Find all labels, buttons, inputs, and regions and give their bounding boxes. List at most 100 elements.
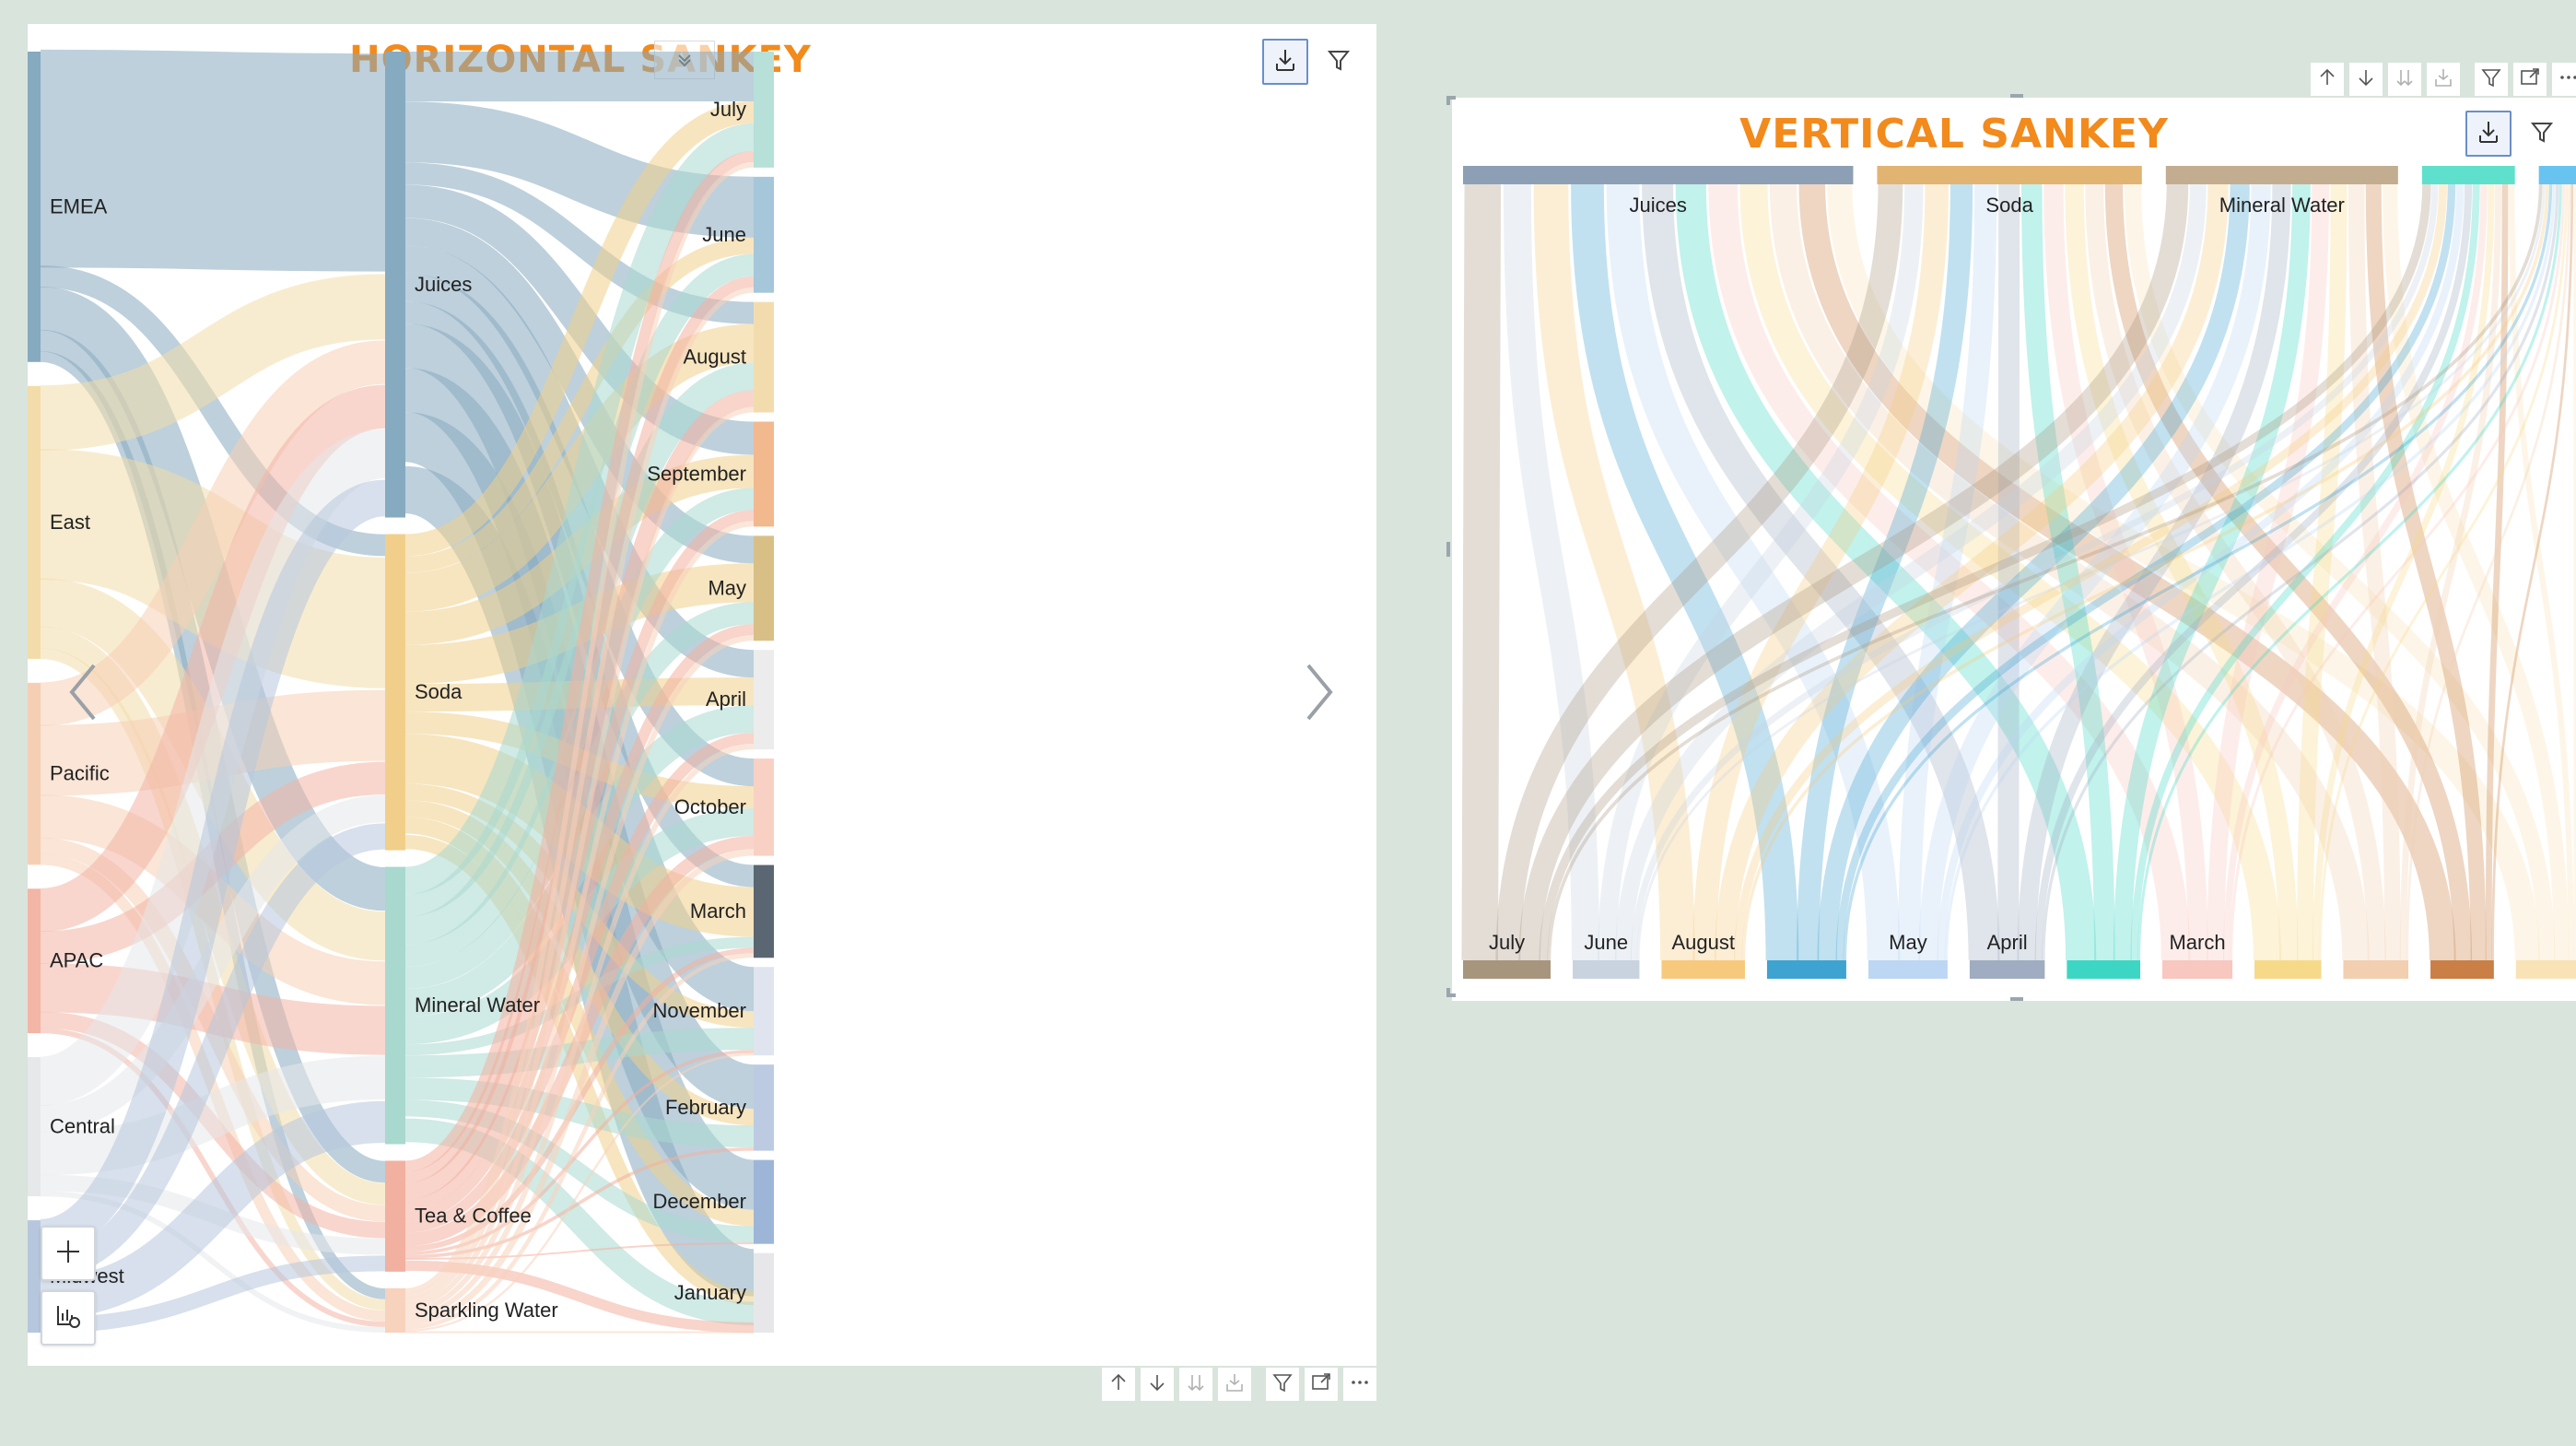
sankey-link[interactable] xyxy=(40,49,386,272)
sankey-bottom-node-april[interactable] xyxy=(1969,960,2045,979)
sankey-label-may: May xyxy=(1889,931,1927,954)
sankey-bottom-node-may[interactable] xyxy=(1868,960,1948,979)
sankey-link[interactable] xyxy=(1461,183,1502,961)
scroll-left-chevron-icon[interactable] xyxy=(64,660,101,729)
sankey-top-node-juices[interactable] xyxy=(1463,166,1854,184)
sankey-bottom-node-june[interactable] xyxy=(1573,960,1640,979)
resize-handle[interactable] xyxy=(1446,96,1450,105)
sankey-label-june: June xyxy=(1584,931,1628,954)
sankey-node-central[interactable] xyxy=(28,1057,41,1197)
sankey-node-sparkling-water[interactable] xyxy=(385,1287,405,1333)
go-to-next-level-button[interactable] xyxy=(1179,1368,1212,1401)
sankey-bottom-node-node[interactable] xyxy=(2343,960,2409,979)
sankey-label-april: April xyxy=(706,688,746,711)
sankey-label-juices: Juices xyxy=(415,273,472,296)
horizontal-sankey-visual[interactable]: HORIZONTAL SANKEY EMEA East Pacific APAC Cen… xyxy=(28,24,1376,1366)
sankey-bottom-node-node[interactable] xyxy=(2430,960,2494,979)
sankey-label-may: May xyxy=(708,576,746,599)
expand-icon xyxy=(2519,66,2541,93)
vertical-sankey-visual[interactable]: VERTICAL SANKEY Juices Soda Mineral Water J… xyxy=(1452,98,2576,1001)
drill-down-button[interactable] xyxy=(2349,63,2383,96)
sankey-label-march: March xyxy=(2169,931,2225,954)
more-options-button[interactable] xyxy=(2552,63,2576,96)
go-to-next-level-button[interactable] xyxy=(2388,63,2421,96)
sankey-bottom-node-march[interactable] xyxy=(2162,960,2233,979)
sankey-bottom-node-august[interactable] xyxy=(1661,960,1745,979)
sankey-label-march: March xyxy=(690,899,746,923)
ellipsis-icon xyxy=(1349,1371,1371,1398)
double-arrow-down-icon xyxy=(1185,1371,1207,1398)
sankey-node-december[interactable] xyxy=(754,1159,774,1244)
sankey-node-june[interactable] xyxy=(754,176,774,293)
sankey-node-march[interactable] xyxy=(754,864,774,958)
filter-icon xyxy=(2480,66,2502,93)
sankey-link[interactable] xyxy=(1997,183,2020,961)
sankey-label-july: July xyxy=(1489,931,1525,954)
arrow-down-icon xyxy=(1146,1371,1168,1398)
sankey-label-july: July xyxy=(710,98,746,121)
sankey-label-soda: Soda xyxy=(1985,194,2033,217)
sankey-bottom-node-node[interactable] xyxy=(2067,960,2141,979)
filter-icon xyxy=(1271,1371,1294,1398)
resize-handle[interactable] xyxy=(2010,94,2023,98)
sankey-node-may[interactable] xyxy=(754,535,774,641)
sankey-label-juices: Juices xyxy=(1630,194,1687,217)
sankey-node-april[interactable] xyxy=(754,650,774,750)
arrow-up-icon xyxy=(1107,1371,1130,1398)
sankey-top-node-mineral-water[interactable] xyxy=(2165,166,2398,184)
sankey-label-central: Central xyxy=(50,1115,115,1138)
drill-down-button[interactable] xyxy=(1141,1368,1174,1401)
sankey-node-july[interactable] xyxy=(754,52,774,168)
zoom-in-button[interactable] xyxy=(41,1226,96,1281)
sankey-label-august: August xyxy=(1671,931,1735,954)
sankey-label-june: June xyxy=(702,223,746,246)
expand-hierarchy-button[interactable] xyxy=(1218,1368,1251,1401)
expand-hierarchy-button[interactable] xyxy=(2427,63,2460,96)
sankey-top-node-soda[interactable] xyxy=(1877,166,2142,184)
sankey-label-emea: EMEA xyxy=(50,194,108,217)
sankey-node-pacific[interactable] xyxy=(28,682,41,865)
sankey-node-october[interactable] xyxy=(754,758,774,856)
more-options-button[interactable] xyxy=(1343,1368,1376,1401)
resize-handle[interactable] xyxy=(2010,997,2023,1001)
sankey-label-august: August xyxy=(684,346,747,369)
arrow-down-icon xyxy=(2355,66,2377,93)
focus-mode-button[interactable] xyxy=(2513,63,2547,96)
plus-icon xyxy=(54,1238,82,1270)
ellipsis-icon xyxy=(2558,66,2576,93)
resize-handle[interactable] xyxy=(1446,988,1450,997)
resize-handle[interactable] xyxy=(1446,542,1450,557)
header-filter-button[interactable] xyxy=(1266,1368,1299,1401)
sankey-node-emea[interactable] xyxy=(28,52,41,362)
sankey-top-node-node[interactable] xyxy=(2538,166,2576,184)
sankey-node-mineral-water[interactable] xyxy=(385,866,405,1145)
sankey-node-juices[interactable] xyxy=(385,52,405,518)
sankey-node-january[interactable] xyxy=(754,1252,774,1333)
sankey-label-november: November xyxy=(653,999,746,1022)
vertical-sankey-chart: Juices Soda Mineral Water July June August May… xyxy=(1461,166,2576,979)
sankey-node-east[interactable] xyxy=(28,385,41,659)
focus-mode-button[interactable] xyxy=(1305,1368,1338,1401)
sankey-node-midwest[interactable] xyxy=(28,1220,41,1333)
sankey-bottom-node-node[interactable] xyxy=(2254,960,2322,979)
sankey-bottom-node-july[interactable] xyxy=(1463,960,1551,979)
arrow-up-icon xyxy=(2316,66,2338,93)
chart-reset-icon xyxy=(54,1302,82,1334)
sankey-node-tea-coffee[interactable] xyxy=(385,1160,405,1272)
sankey-node-apac[interactable] xyxy=(28,888,41,1034)
sankey-bottom-node-node[interactable] xyxy=(1766,960,1846,979)
sankey-node-february[interactable] xyxy=(754,1064,774,1151)
sankey-node-september[interactable] xyxy=(754,421,774,527)
sankey-node-august[interactable] xyxy=(754,301,774,413)
reset-view-button[interactable] xyxy=(41,1290,96,1346)
drill-up-button[interactable] xyxy=(1102,1368,1135,1401)
sankey-top-node-node[interactable] xyxy=(2421,166,2515,184)
drill-up-button[interactable] xyxy=(2311,63,2344,96)
sankey-bottom-node-node[interactable] xyxy=(2515,960,2576,979)
header-filter-button[interactable] xyxy=(2475,63,2508,96)
vertical-visual-header-toolbar xyxy=(2311,63,2576,96)
scroll-right-chevron-icon[interactable] xyxy=(1301,660,1338,729)
sankey-node-november[interactable] xyxy=(754,967,774,1056)
sankey-node-soda[interactable] xyxy=(385,534,405,851)
sankey-label-tea-coffee: Tea & Coffee xyxy=(415,1205,532,1228)
